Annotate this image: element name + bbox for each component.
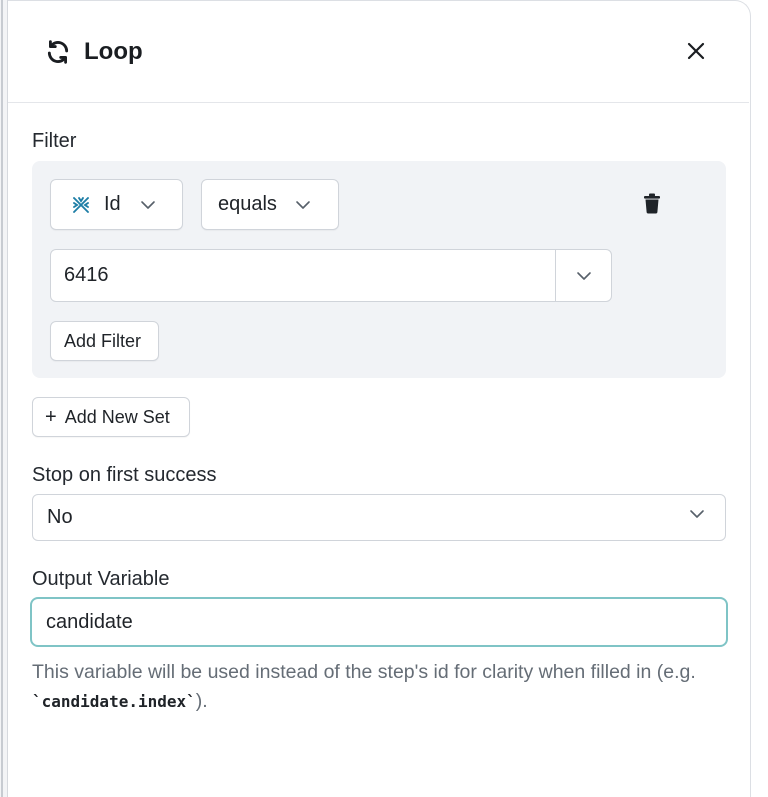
help-code-example: `candidate.index` — [32, 692, 196, 711]
crossed-arrows-icon — [71, 195, 91, 215]
output-variable-help: This variable will be used instead of th… — [32, 658, 732, 716]
filter-field-select[interactable]: Id — [50, 179, 183, 230]
filter-label: Filter — [32, 130, 77, 152]
refresh-icon — [45, 39, 71, 65]
help-text-prefix: This variable will be used instead of th… — [32, 661, 696, 683]
stop-on-first-success-select[interactable]: No — [32, 494, 726, 541]
chevron-down-icon — [576, 271, 592, 281]
close-icon — [686, 41, 706, 66]
left-panel-edge — [0, 0, 8, 797]
filter-set: Id equals 6416 Add Filter — [32, 161, 726, 378]
add-filter-label: Add Filter — [64, 330, 142, 351]
chevron-down-icon — [295, 200, 311, 210]
help-text-suffix: ). — [195, 690, 208, 712]
filter-operator-select[interactable]: equals — [201, 179, 339, 230]
delete-filter-button[interactable] — [640, 191, 664, 215]
add-new-set-label: Add New Set — [64, 406, 170, 427]
chevron-down-icon — [689, 509, 705, 519]
trash-icon — [640, 193, 664, 219]
plus-icon: + — [45, 406, 57, 428]
close-button[interactable] — [680, 37, 712, 69]
panel-header: Loop — [8, 1, 749, 103]
add-filter-button[interactable]: Add Filter — [50, 321, 159, 361]
stop-on-first-success-label: Stop on first success — [32, 464, 217, 486]
filter-field-label: Id — [104, 193, 121, 215]
add-new-set-button[interactable]: + Add New Set — [32, 397, 190, 437]
filter-value-combobox — [50, 249, 612, 302]
output-variable-label: Output Variable — [32, 568, 170, 590]
output-variable-input[interactable] — [30, 597, 728, 647]
filter-operator-label: equals — [218, 193, 277, 215]
chevron-down-icon — [140, 200, 156, 210]
filter-value-dropdown-button[interactable] — [555, 250, 611, 301]
panel-title: Loop — [84, 38, 143, 65]
stop-on-first-success-value: No — [47, 506, 73, 528]
filter-value-input[interactable] — [51, 250, 555, 301]
loop-step-panel: Loop Filter Id equals 6416 Add Filter + … — [8, 0, 751, 797]
